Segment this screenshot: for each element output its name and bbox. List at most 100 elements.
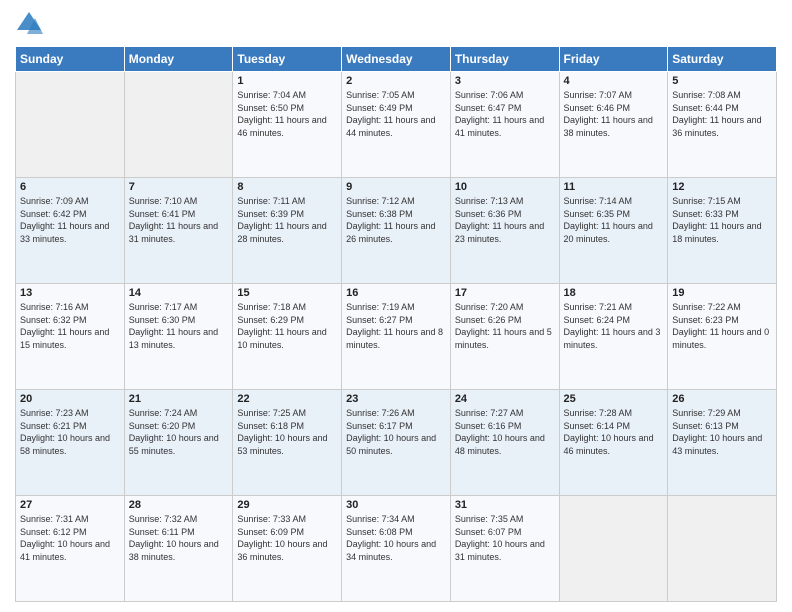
- day-cell: 22 Sunrise: 7:25 AM Sunset: 6:18 PM Dayli…: [233, 390, 342, 496]
- header-cell-friday: Friday: [559, 47, 668, 72]
- day-info: Sunrise: 7:04 AM Sunset: 6:50 PM Dayligh…: [237, 89, 337, 139]
- day-info: Sunrise: 7:31 AM Sunset: 6:12 PM Dayligh…: [20, 513, 120, 563]
- day-number: 12: [672, 181, 772, 193]
- day-number: 14: [129, 287, 229, 299]
- day-info: Sunrise: 7:17 AM Sunset: 6:30 PM Dayligh…: [129, 301, 229, 351]
- day-number: 28: [129, 499, 229, 511]
- day-number: 8: [237, 181, 337, 193]
- day-info: Sunrise: 7:29 AM Sunset: 6:13 PM Dayligh…: [672, 407, 772, 457]
- day-info: Sunrise: 7:22 AM Sunset: 6:23 PM Dayligh…: [672, 301, 772, 351]
- day-number: 16: [346, 287, 446, 299]
- day-cell: 21 Sunrise: 7:24 AM Sunset: 6:20 PM Dayli…: [124, 390, 233, 496]
- day-info: Sunrise: 7:26 AM Sunset: 6:17 PM Dayligh…: [346, 407, 446, 457]
- day-cell: 8 Sunrise: 7:11 AM Sunset: 6:39 PM Daylig…: [233, 178, 342, 284]
- day-number: 5: [672, 75, 772, 87]
- day-cell: 20 Sunrise: 7:23 AM Sunset: 6:21 PM Dayli…: [16, 390, 125, 496]
- day-cell: 10Sunrise: 7:13 AM Sunset: 6:36 PM Dayli…: [450, 178, 559, 284]
- day-cell: 7 Sunrise: 7:10 AM Sunset: 6:41 PM Daylig…: [124, 178, 233, 284]
- day-cell: 3 Sunrise: 7:06 AM Sunset: 6:47 PM Daylig…: [450, 72, 559, 178]
- day-number: 17: [455, 287, 555, 299]
- day-number: 31: [455, 499, 555, 511]
- day-info: Sunrise: 7:09 AM Sunset: 6:42 PM Dayligh…: [20, 195, 120, 245]
- day-info: Sunrise: 7:15 AM Sunset: 6:33 PM Dayligh…: [672, 195, 772, 245]
- header-cell-tuesday: Tuesday: [233, 47, 342, 72]
- day-info: Sunrise: 7:13 AM Sunset: 6:36 PM Dayligh…: [455, 195, 555, 245]
- day-number: 24: [455, 393, 555, 405]
- day-cell: 25Sunrise: 7:28 AM Sunset: 6:14 PM Dayli…: [559, 390, 668, 496]
- day-cell: 31 Sunrise: 7:35 AM Sunset: 6:07 PM Dayli…: [450, 496, 559, 602]
- day-cell: [559, 496, 668, 602]
- day-cell: 6Sunrise: 7:09 AM Sunset: 6:42 PM Daylig…: [16, 178, 125, 284]
- day-info: Sunrise: 7:12 AM Sunset: 6:38 PM Dayligh…: [346, 195, 446, 245]
- day-cell: 1 Sunrise: 7:04 AM Sunset: 6:50 PM Daylig…: [233, 72, 342, 178]
- day-cell: 29 Sunrise: 7:33 AM Sunset: 6:09 PM Dayli…: [233, 496, 342, 602]
- day-number: 23: [346, 393, 446, 405]
- day-cell: 12 Sunrise: 7:15 AM Sunset: 6:33 PM Dayli…: [668, 178, 777, 284]
- day-number: 19: [672, 287, 772, 299]
- day-cell: 19 Sunrise: 7:22 AM Sunset: 6:23 PM Dayli…: [668, 284, 777, 390]
- day-info: Sunrise: 7:19 AM Sunset: 6:27 PM Dayligh…: [346, 301, 446, 351]
- day-cell: 14 Sunrise: 7:17 AM Sunset: 6:30 PM Dayli…: [124, 284, 233, 390]
- day-cell: 9Sunrise: 7:12 AM Sunset: 6:38 PM Daylig…: [342, 178, 451, 284]
- day-cell: [668, 496, 777, 602]
- day-info: Sunrise: 7:35 AM Sunset: 6:07 PM Dayligh…: [455, 513, 555, 563]
- day-number: 2: [346, 75, 446, 87]
- day-cell: 26 Sunrise: 7:29 AM Sunset: 6:13 PM Dayli…: [668, 390, 777, 496]
- day-info: Sunrise: 7:08 AM Sunset: 6:44 PM Dayligh…: [672, 89, 772, 139]
- day-number: 1: [237, 75, 337, 87]
- day-info: Sunrise: 7:33 AM Sunset: 6:09 PM Dayligh…: [237, 513, 337, 563]
- day-info: Sunrise: 7:11 AM Sunset: 6:39 PM Dayligh…: [237, 195, 337, 245]
- day-info: Sunrise: 7:24 AM Sunset: 6:20 PM Dayligh…: [129, 407, 229, 457]
- day-cell: 5 Sunrise: 7:08 AM Sunset: 6:44 PM Daylig…: [668, 72, 777, 178]
- day-number: 7: [129, 181, 229, 193]
- day-number: 3: [455, 75, 555, 87]
- day-number: 29: [237, 499, 337, 511]
- day-cell: 4 Sunrise: 7:07 AM Sunset: 6:46 PM Daylig…: [559, 72, 668, 178]
- day-number: 11: [564, 181, 664, 193]
- day-info: Sunrise: 7:10 AM Sunset: 6:41 PM Dayligh…: [129, 195, 229, 245]
- week-row-2: 13Sunrise: 7:16 AM Sunset: 6:32 PM Dayli…: [16, 284, 777, 390]
- day-info: Sunrise: 7:23 AM Sunset: 6:21 PM Dayligh…: [20, 407, 120, 457]
- day-cell: 23 Sunrise: 7:26 AM Sunset: 6:17 PM Dayli…: [342, 390, 451, 496]
- day-cell: 28 Sunrise: 7:32 AM Sunset: 6:11 PM Dayli…: [124, 496, 233, 602]
- day-info: Sunrise: 7:05 AM Sunset: 6:49 PM Dayligh…: [346, 89, 446, 139]
- day-info: Sunrise: 7:34 AM Sunset: 6:08 PM Dayligh…: [346, 513, 446, 563]
- day-number: 30: [346, 499, 446, 511]
- day-cell: 18 Sunrise: 7:21 AM Sunset: 6:24 PM Dayli…: [559, 284, 668, 390]
- day-number: 20: [20, 393, 120, 405]
- day-number: 13: [20, 287, 120, 299]
- day-number: 15: [237, 287, 337, 299]
- day-number: 21: [129, 393, 229, 405]
- week-row-0: 1 Sunrise: 7:04 AM Sunset: 6:50 PM Daylig…: [16, 72, 777, 178]
- header-cell-monday: Monday: [124, 47, 233, 72]
- day-info: Sunrise: 7:14 AM Sunset: 6:35 PM Dayligh…: [564, 195, 664, 245]
- day-number: 27: [20, 499, 120, 511]
- header-row: SundayMondayTuesdayWednesdayThursdayFrid…: [16, 47, 777, 72]
- week-row-4: 27 Sunrise: 7:31 AM Sunset: 6:12 PM Dayli…: [16, 496, 777, 602]
- day-cell: 15Sunrise: 7:18 AM Sunset: 6:29 PM Dayli…: [233, 284, 342, 390]
- calendar-body: 1 Sunrise: 7:04 AM Sunset: 6:50 PM Daylig…: [16, 72, 777, 602]
- day-cell: 24Sunrise: 7:27 AM Sunset: 6:16 PM Dayli…: [450, 390, 559, 496]
- day-number: 22: [237, 393, 337, 405]
- day-cell: 13Sunrise: 7:16 AM Sunset: 6:32 PM Dayli…: [16, 284, 125, 390]
- day-info: Sunrise: 7:07 AM Sunset: 6:46 PM Dayligh…: [564, 89, 664, 139]
- header-cell-thursday: Thursday: [450, 47, 559, 72]
- day-cell: [124, 72, 233, 178]
- day-number: 4: [564, 75, 664, 87]
- day-number: 18: [564, 287, 664, 299]
- day-info: Sunrise: 7:28 AM Sunset: 6:14 PM Dayligh…: [564, 407, 664, 457]
- day-cell: 17Sunrise: 7:20 AM Sunset: 6:26 PM Dayli…: [450, 284, 559, 390]
- day-info: Sunrise: 7:25 AM Sunset: 6:18 PM Dayligh…: [237, 407, 337, 457]
- day-info: Sunrise: 7:06 AM Sunset: 6:47 PM Dayligh…: [455, 89, 555, 139]
- day-cell: 2 Sunrise: 7:05 AM Sunset: 6:49 PM Daylig…: [342, 72, 451, 178]
- day-cell: 11 Sunrise: 7:14 AM Sunset: 6:35 PM Dayli…: [559, 178, 668, 284]
- header-cell-saturday: Saturday: [668, 47, 777, 72]
- page: SundayMondayTuesdayWednesdayThursdayFrid…: [0, 0, 792, 612]
- logo: [15, 10, 47, 38]
- calendar-header: SundayMondayTuesdayWednesdayThursdayFrid…: [16, 47, 777, 72]
- header-cell-sunday: Sunday: [16, 47, 125, 72]
- day-number: 26: [672, 393, 772, 405]
- day-info: Sunrise: 7:21 AM Sunset: 6:24 PM Dayligh…: [564, 301, 664, 351]
- header-cell-wednesday: Wednesday: [342, 47, 451, 72]
- day-info: Sunrise: 7:32 AM Sunset: 6:11 PM Dayligh…: [129, 513, 229, 563]
